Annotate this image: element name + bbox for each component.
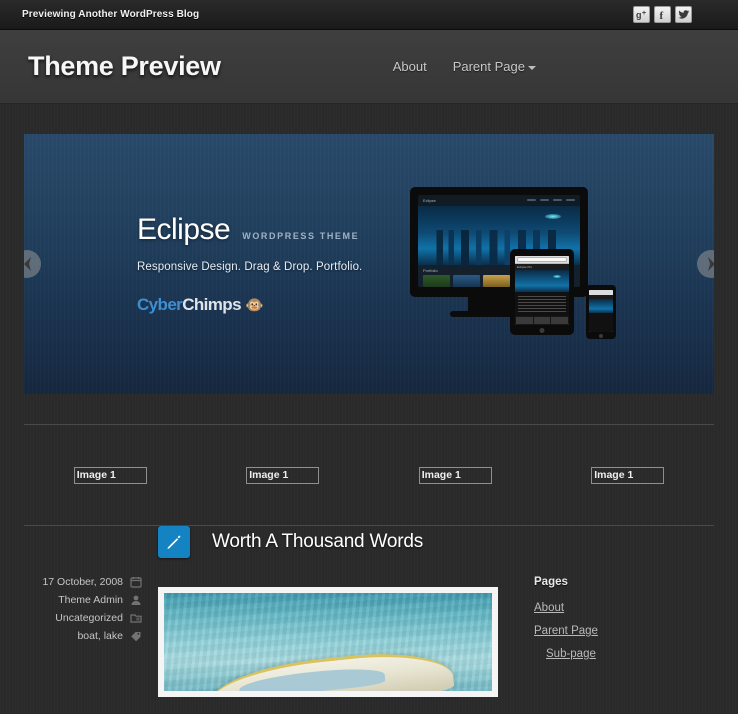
main-content-area: 17 October, 2008 Theme Admin Uncategoriz… — [24, 526, 714, 703]
twitter-icon[interactable] — [675, 6, 692, 23]
chevron-down-icon — [527, 66, 536, 70]
svg-text:f: f — [660, 10, 664, 20]
preview-notice: Previewing Another WordPress Blog — [22, 9, 200, 20]
post-column: Worth A Thousand Words — [142, 526, 534, 697]
widget-title-pages: Pages — [534, 576, 568, 588]
post-author-value: Theme Admin — [58, 594, 123, 606]
list-item: Sub-page — [534, 644, 714, 662]
tablet-mockup: Eclipse Pro — [510, 248, 574, 335]
preview-admin-bar: Previewing Another WordPress Blog g + f — [0, 0, 738, 30]
slide-eyebrow: WORDPRESS THEME — [242, 231, 360, 241]
nav-item-parent-page[interactable]: Parent Page — [453, 59, 536, 74]
nav-label: About — [392, 59, 427, 74]
user-icon — [130, 594, 142, 606]
post-date-value: 17 October, 2008 — [42, 576, 123, 588]
post-featured-image[interactable] — [158, 587, 498, 697]
svg-text:+: + — [642, 10, 646, 17]
post-date: 17 October, 2008 — [24, 576, 142, 588]
social-icons: g + f — [633, 6, 730, 23]
mockup-desktop-logo: Eclipse — [423, 197, 436, 203]
list-item: Parent Page — [534, 621, 714, 639]
brand-first: Cyber — [137, 295, 183, 314]
broken-image-placeholder[interactable]: Image 1 — [418, 466, 492, 484]
list-item: About — [534, 598, 714, 616]
mockup-tablet-logo: Eclipse Pro — [517, 264, 533, 269]
tablet-home-button — [539, 327, 545, 333]
brand-second: Chimps — [182, 295, 241, 314]
feature-cell: Image 1 — [542, 466, 715, 484]
broken-image-placeholder[interactable]: Image 1 — [246, 466, 320, 484]
responsive-devices-mockup: Eclipse Portfolio Eclipse Pro — [410, 186, 625, 342]
sidebar-link-parent-page[interactable]: Parent Page — [534, 625, 598, 637]
post-category: Uncategorized — [24, 612, 142, 624]
calendar-icon — [130, 576, 142, 588]
post-title[interactable]: Worth A Thousand Words — [212, 531, 423, 553]
post-category-value: Uncategorized — [55, 612, 123, 624]
sidebar: Pages About Parent Page Sub-page — [534, 526, 714, 667]
post-header: Worth A Thousand Words — [158, 526, 516, 558]
nav-label: Parent Page — [452, 59, 525, 74]
feature-thumbnails-row: Image 1 Image 1 Image 1 Image 1 — [24, 425, 714, 525]
slide: Eclipse WORDPRESS THEME Responsive Desig… — [24, 134, 714, 394]
folder-icon — [130, 612, 142, 624]
slide-heading: Eclipse — [137, 213, 231, 246]
phone-mockup — [586, 284, 616, 339]
monkey-mascot-icon: 🐵 — [244, 296, 264, 314]
feature-cell: Image 1 — [197, 466, 370, 484]
cyberchimps-logo: CyberChimps 🐵 — [137, 295, 392, 315]
facebook-icon[interactable]: f — [654, 6, 671, 23]
slide-copy: Eclipse WORDPRESS THEME Responsive Desig… — [137, 213, 392, 315]
slide-tagline: Responsive Design. Drag & Drop. Portfoli… — [137, 261, 363, 273]
post-author: Theme Admin — [24, 594, 142, 606]
phone-home-button — [599, 333, 603, 338]
nav-item-about[interactable]: About — [393, 59, 427, 74]
broken-image-placeholder[interactable]: Image 1 — [73, 466, 147, 484]
post-tags-value: boat, lake — [77, 630, 123, 642]
tag-icon — [130, 630, 142, 642]
hero-slider: Eclipse WORDPRESS THEME Responsive Desig… — [24, 134, 714, 394]
feature-cell: Image 1 — [369, 466, 542, 484]
site-header: Theme Preview About Parent Page — [0, 30, 738, 104]
pencil-icon — [158, 526, 190, 558]
google-plus-icon[interactable]: g + — [633, 6, 650, 23]
post-tags: boat, lake — [24, 630, 142, 642]
feature-cell: Image 1 — [24, 466, 197, 484]
site-title[interactable]: Theme Preview — [28, 51, 221, 82]
svg-text:g: g — [636, 10, 642, 20]
broken-image-placeholder[interactable]: Image 1 — [591, 466, 665, 484]
primary-navigation: About Parent Page — [393, 59, 536, 74]
sidebar-link-about[interactable]: About — [534, 602, 564, 614]
post-meta-column: 17 October, 2008 Theme Admin Uncategoriz… — [24, 526, 142, 648]
sidebar-link-sub-page[interactable]: Sub-page — [546, 648, 596, 660]
pages-widget-list: About Parent Page Sub-page — [534, 598, 714, 662]
